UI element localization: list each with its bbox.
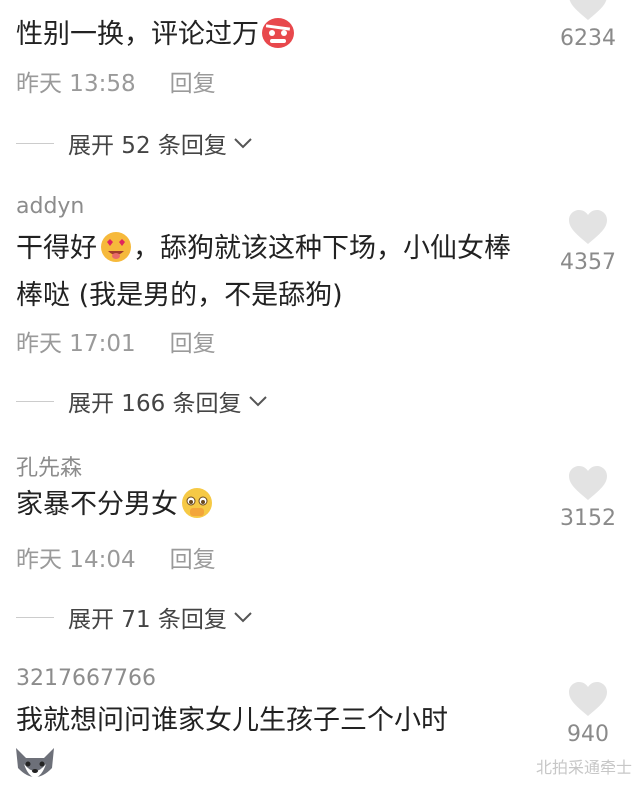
heart-icon — [569, 466, 607, 500]
expand-replies-button[interactable]: 展开 71 条回复 — [16, 600, 253, 634]
like-button[interactable]: 6234 — [552, 0, 624, 51]
comment-text: 干得好 ，舔狗就该这种下场，小仙女棒棒哒 (我是男的，不是舔狗) — [16, 231, 511, 311]
like-count: 940 — [567, 722, 609, 747]
divider-line — [16, 142, 54, 144]
expand-replies-label: 展开 166 条回复 — [68, 391, 242, 417]
comment-username[interactable]: 孔先森 — [16, 450, 82, 482]
expand-replies-label: 展开 52 条回复 — [68, 133, 227, 159]
heart-eyes-face-icon — [99, 231, 133, 275]
pleading-face-icon — [180, 487, 214, 531]
comment-text: 性别一换，评论过万 — [16, 14, 536, 61]
comment-meta: 昨天 14:04 回复 — [16, 540, 216, 574]
expand-replies-button[interactable]: 展开 166 条回复 — [16, 384, 268, 418]
husky-avatar-icon — [12, 744, 58, 788]
like-count: 6234 — [560, 26, 616, 51]
comment-meta: 昨天 13:58 回复 — [16, 64, 216, 98]
comment-username[interactable]: 3217667766 — [16, 666, 156, 691]
comment-text: 家暴不分男女 — [16, 484, 536, 531]
like-button[interactable]: 3152 — [552, 466, 624, 531]
comment-time: 昨天 14:04 — [16, 547, 136, 573]
expand-replies-button[interactable]: 展开 52 条回复 — [16, 126, 253, 160]
cut-off-username: ▔▔▔▔ — [14, 0, 82, 11]
watermark: 北拍采通牵士 — [535, 758, 632, 777]
comment-meta: 昨天 17:01 回复 — [16, 324, 216, 358]
reply-button[interactable]: 回复 — [170, 331, 216, 357]
heart-icon — [569, 682, 607, 716]
like-button[interactable]: 4357 — [552, 210, 624, 275]
comment-username[interactable]: addyn — [16, 194, 84, 219]
comment-text: 我就想问问谁家女儿生孩子三个小时 — [16, 705, 448, 736]
chevron-down-icon — [248, 396, 267, 407]
heart-icon — [569, 0, 607, 20]
chevron-down-icon — [234, 612, 252, 623]
angry-face-icon — [261, 17, 295, 61]
heart-icon — [569, 210, 607, 244]
comment-time: 昨天 13:58 — [16, 71, 136, 97]
reply-button[interactable]: 回复 — [170, 71, 216, 97]
reply-button[interactable]: 回复 — [170, 547, 216, 573]
like-button[interactable]: 940 — [552, 682, 624, 747]
comment-time: 昨天 17:01 — [16, 331, 136, 357]
expand-replies-label: 展开 71 条回复 — [68, 607, 227, 633]
divider-line — [16, 400, 54, 402]
divider-line — [16, 616, 54, 618]
like-count: 4357 — [560, 250, 616, 275]
like-count: 3152 — [560, 506, 616, 531]
chevron-down-icon — [234, 138, 252, 149]
